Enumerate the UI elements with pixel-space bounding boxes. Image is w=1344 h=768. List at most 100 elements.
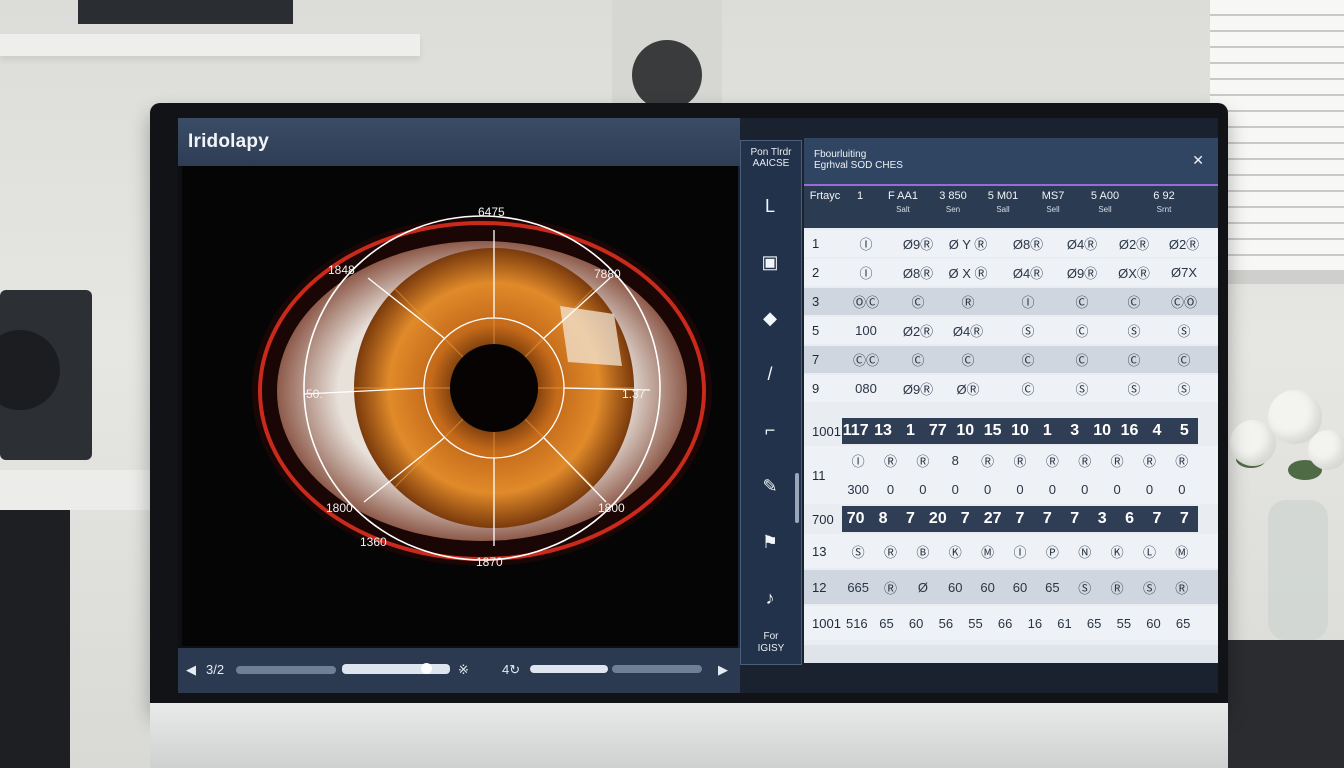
table-cell: 0 <box>1081 482 1089 497</box>
table-cell: 55 <box>1116 615 1132 631</box>
table-cell: Ø9Ⓡ <box>902 237 934 252</box>
panel-footer <box>804 645 1218 663</box>
table-cell: Ⓡ <box>1110 580 1124 596</box>
note-icon[interactable]: ♪ <box>757 585 783 611</box>
table-row[interactable]: 12 665 Ⓡ Ø 60 60 60 65 Ⓢ Ⓡ Ⓢ Ⓡ <box>804 570 1218 604</box>
row-id: 9 <box>812 381 820 396</box>
track-right[interactable] <box>612 665 702 673</box>
eye-image[interactable]: 6475 1848 7880 50. 1.37 1800 1360 1800 1… <box>182 166 738 646</box>
column-header[interactable]: 5 M01 Sall <box>980 190 1026 216</box>
crop-icon[interactable]: ⌐ <box>757 417 783 443</box>
table-row[interactable]: 11 Ⓘ Ⓡ Ⓡ 8 Ⓡ Ⓡ Ⓡ Ⓡ Ⓡ Ⓡ Ⓡ 300 0 0 0 0 0 0 0 0 0 0 <box>804 446 1218 504</box>
band-value: 6 <box>1125 510 1134 527</box>
label-bottom-right: 1800 <box>598 501 625 515</box>
row-id: 700 <box>812 511 834 527</box>
picture-frame <box>78 0 293 24</box>
play-forward-icon[interactable]: ▶ <box>718 662 728 678</box>
close-icon[interactable]: ✕ <box>1192 152 1204 169</box>
table-cell: Ⓢ <box>1142 580 1156 596</box>
loop-icon[interactable]: 4↻ <box>502 662 520 678</box>
label-left: 50. <box>306 387 323 401</box>
corner-icon[interactable]: L <box>757 193 783 219</box>
window-blinds <box>1210 0 1344 270</box>
column-header[interactable]: 3 850 Sen <box>930 190 976 216</box>
row-id: 7 <box>812 352 820 367</box>
table-cell: Ø4Ⓡ <box>1012 266 1044 281</box>
table-row[interactable]: 1001 516 65 60 56 55 66 16 61 65 55 60 65 <box>804 606 1218 640</box>
band-value: 10 <box>1011 422 1029 439</box>
rail-scrollbar[interactable] <box>795 473 799 523</box>
table-cell: Ⓛ <box>1142 544 1156 560</box>
highlight-row[interactable]: 1001 117 13 1 77 10 15 10 1 3 10 16 4 5 <box>804 418 1218 444</box>
table-cell: Ⓡ <box>1142 454 1156 469</box>
table-cell: Ⓝ <box>1078 544 1092 560</box>
table-row[interactable]: 3 ⓄⒸ Ⓒ Ⓡ Ⓘ Ⓒ Ⓒ ⒸⓄ <box>804 288 1218 315</box>
column-header-sub: Sall <box>996 205 1010 214</box>
column-header[interactable]: 5 A00 Sell <box>1080 190 1130 216</box>
column-header[interactable]: 6 92 Srnt <box>1134 190 1194 216</box>
band-value: 7 <box>1152 510 1162 527</box>
label-bottom: 1870 <box>476 555 503 569</box>
band-value: 3 <box>1097 510 1107 527</box>
column-header[interactable]: MS7 Sell <box>1030 190 1076 216</box>
table-cell: Ⓒ <box>1021 353 1035 368</box>
column-header[interactable]: 1 <box>846 190 874 203</box>
table-cell: 60 <box>1012 579 1028 595</box>
rail-header: Pon Tlrdr AAICSE <box>741 147 801 169</box>
table-cell: Ⓢ <box>1078 580 1092 596</box>
column-header[interactable]: Frtayc <box>808 190 842 203</box>
table-cell: 65 <box>879 615 894 631</box>
table-cell: Ø9Ⓡ <box>902 382 934 397</box>
table-cell: 665 <box>847 579 870 595</box>
table-row[interactable]: 9 080 Ø9Ⓡ ØⓇ Ⓒ Ⓢ Ⓢ Ⓢ <box>804 375 1218 402</box>
rail-header-line2: AAICSE <box>752 158 790 169</box>
eraser-icon[interactable]: ✎ <box>757 473 783 499</box>
table-cell: Ⓢ <box>1127 382 1141 397</box>
row-id: 3 <box>812 294 820 309</box>
settings-icon[interactable]: ※ <box>458 662 469 678</box>
table-cell: Ⓒ <box>1127 353 1141 368</box>
column-header-sub: Sell <box>1046 205 1060 214</box>
row-id: 1 <box>812 236 820 251</box>
calendar-icon[interactable]: ▣ <box>757 249 783 275</box>
table-cell: 60 <box>980 579 995 595</box>
table-cell: ØⓇ <box>956 382 980 397</box>
fill-icon[interactable]: ◆ <box>757 305 783 331</box>
table-cell: Ⓡ <box>916 454 930 469</box>
flag-icon[interactable]: ⚑ <box>757 529 783 555</box>
table-row[interactable]: 13 Ⓢ Ⓡ Ⓑ Ⓚ Ⓜ Ⓘ Ⓟ Ⓝ Ⓚ Ⓛ Ⓜ <box>804 534 1218 568</box>
table-row[interactable]: 1 Ⓘ Ø9Ⓡ Ø Y Ⓡ Ø8Ⓡ Ø4Ⓡ Ø2Ⓡ Ø2Ⓡ <box>804 230 1218 257</box>
table-cell: Ⓘ <box>851 454 865 469</box>
column-header-sub: Sen <box>945 205 961 214</box>
table-cell: Ø2Ⓡ <box>902 324 934 339</box>
table-cell: Ⓡ <box>884 454 898 469</box>
band-value: 1 <box>906 422 915 439</box>
row-id: 1001 <box>812 615 841 631</box>
volume-slider[interactable] <box>530 665 608 673</box>
table-cell: Ⓡ <box>1078 454 1092 469</box>
column-header[interactable]: F AA1 Salt <box>880 190 926 216</box>
rail-footer-line1: For <box>763 631 779 642</box>
table-cell: Ø <box>917 579 928 595</box>
table-row[interactable]: 7 ⒸⒸ Ⓒ Ⓒ Ⓒ Ⓒ Ⓒ Ⓒ <box>804 346 1218 373</box>
band-value: 117 <box>842 422 869 439</box>
progress-slider[interactable] <box>342 664 450 674</box>
table-cell: 0 <box>919 482 927 497</box>
table-cell: 66 <box>997 615 1013 631</box>
table-cell: Ⓡ <box>884 580 898 596</box>
table-row[interactable]: 5 100 Ø2Ⓡ Ø4Ⓡ Ⓢ Ⓒ Ⓢ Ⓢ <box>804 317 1218 344</box>
play-back-icon[interactable]: ◀ <box>186 662 196 678</box>
table-cell: Ⓘ <box>1021 295 1035 310</box>
column-header-label: 5 A00 <box>1090 190 1120 202</box>
table-cell: Ⓘ <box>859 266 873 281</box>
table-row[interactable]: 2 Ⓘ Ø8Ⓡ Ø X Ⓡ Ø4Ⓡ Ø9Ⓡ ØXⓇ Ø7X <box>804 259 1218 286</box>
pen-icon[interactable]: / <box>757 361 783 387</box>
row-id: 1001 <box>812 423 841 439</box>
row-id: 5 <box>812 323 820 338</box>
highlight-row[interactable]: 700 70 8 7 20 7 27 7 7 7 3 6 7 7 <box>804 506 1218 532</box>
rail-footer: For IGISY <box>741 631 801 655</box>
table-cell: 080 <box>855 381 877 396</box>
eye-svg: 6475 1848 7880 50. 1.37 1800 1360 1800 1… <box>252 205 712 569</box>
track-left[interactable] <box>236 666 336 674</box>
band-value: 8 <box>878 510 888 527</box>
